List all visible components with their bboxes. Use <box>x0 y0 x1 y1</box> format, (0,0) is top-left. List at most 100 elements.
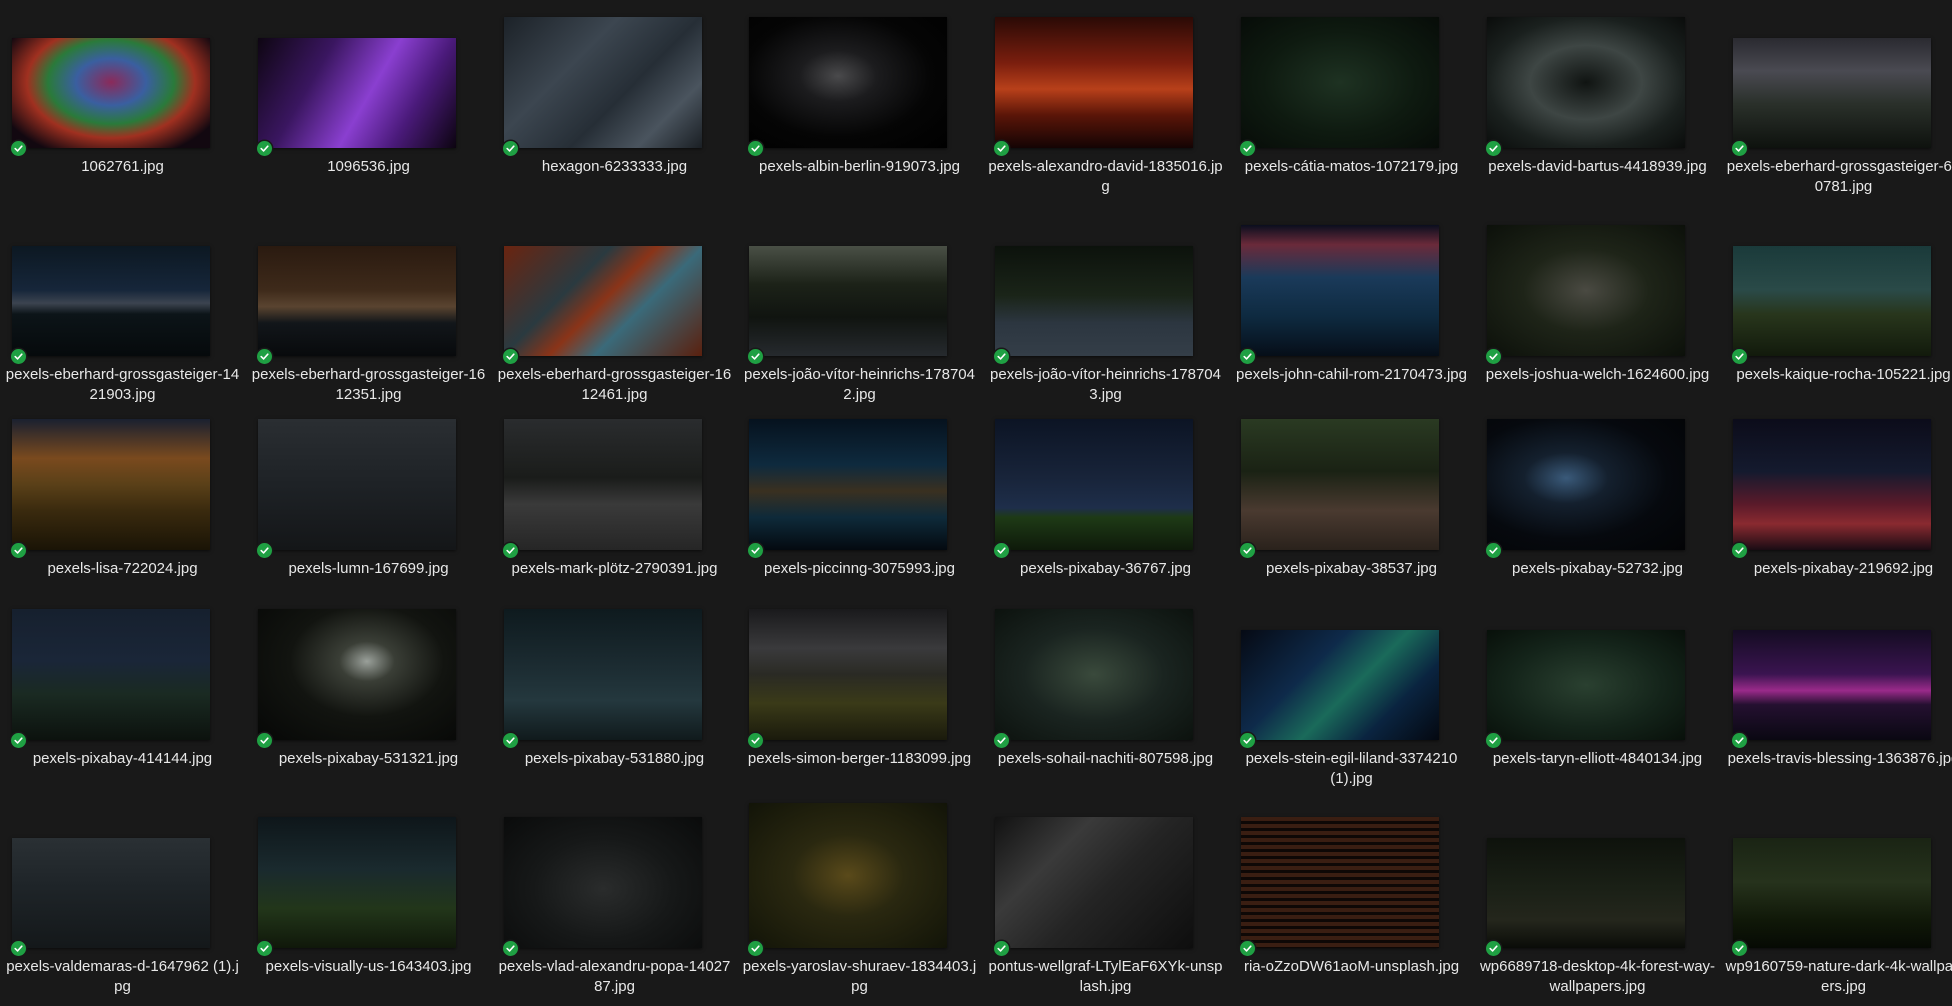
file-item[interactable]: pexels-joão-vítor-heinrichs-1787043.jpg <box>983 208 1228 408</box>
thumbnail-image[interactable] <box>1733 838 1931 948</box>
file-item[interactable]: pexels-joshua-welch-1624600.jpg <box>1475 208 1720 408</box>
file-item[interactable]: pexels-pixabay-414144.jpg <box>0 592 245 792</box>
thumbnail-image[interactable] <box>258 246 456 356</box>
file-item[interactable]: pexels-pixabay-52732.jpg <box>1475 402 1720 602</box>
file-name: pexels-pixabay-531321.jpg <box>278 750 459 767</box>
thumbnail-image[interactable] <box>1241 817 1439 948</box>
sync-status-icon <box>1732 941 1747 956</box>
thumbnail-image[interactable] <box>1487 630 1685 740</box>
file-item[interactable]: pexels-piccinng-3075993.jpg <box>737 402 982 602</box>
sync-status-icon <box>1732 543 1747 558</box>
file-item[interactable]: pexels-taryn-elliott-4840134.jpg <box>1475 592 1720 792</box>
thumbnail-image[interactable] <box>1487 838 1685 948</box>
file-item[interactable]: pexels-eberhard-grossgasteiger-1612461.j… <box>492 208 737 408</box>
file-item[interactable]: ria-oZzoDW61aoM-unsplash.jpg <box>1229 800 1474 1000</box>
thumbnail-image[interactable] <box>995 419 1193 550</box>
file-item[interactable]: pexels-stein-egil-liland-3374210 (1).jpg <box>1229 592 1474 792</box>
thumbnail-area <box>1721 0 1952 156</box>
thumbnail-image[interactable] <box>1241 225 1439 356</box>
file-item[interactable]: pexels-kaique-rocha-105221.jpg <box>1721 208 1952 408</box>
thumbnail-image[interactable] <box>12 419 210 550</box>
thumbnail-area <box>1475 592 1720 748</box>
file-item[interactable]: pexels-lisa-722024.jpg <box>0 402 245 602</box>
thumbnail-image[interactable] <box>1241 419 1439 550</box>
file-item[interactable]: pexels-yaroslav-shuraev-1834403.jpg <box>737 800 982 1000</box>
thumbnail-image[interactable] <box>1733 246 1931 356</box>
thumbnail-image[interactable] <box>258 817 456 948</box>
thumbnail-image[interactable] <box>504 419 702 550</box>
file-item[interactable]: pexels-pixabay-531321.jpg <box>246 592 491 792</box>
file-item[interactable]: pexels-eberhard-grossgasteiger-1612351.j… <box>246 208 491 408</box>
thumbnail-area <box>246 800 491 956</box>
thumbnail-image[interactable] <box>12 838 210 948</box>
thumbnail-image[interactable] <box>1733 38 1931 148</box>
file-name: pexels-eberhard-grossgasteiger-1612461.j… <box>497 366 732 403</box>
file-item[interactable]: pexels-visually-us-1643403.jpg <box>246 800 491 1000</box>
file-item[interactable]: pontus-wellgraf-LTylEaF6XYk-unsplash.jpg <box>983 800 1228 1000</box>
file-item[interactable]: pexels-david-bartus-4418939.jpg <box>1475 0 1720 200</box>
thumbnail-image[interactable] <box>12 609 210 740</box>
thumbnail-image[interactable] <box>258 38 456 148</box>
sync-status-icon <box>257 349 272 364</box>
file-item[interactable]: pexels-pixabay-38537.jpg <box>1229 402 1474 602</box>
thumbnail-image[interactable] <box>258 419 456 550</box>
sync-status-icon <box>994 543 1009 558</box>
file-item[interactable]: pexels-cátia-matos-1072179.jpg <box>1229 0 1474 200</box>
file-item[interactable]: pexels-eberhard-grossgasteiger-1421903.j… <box>0 208 245 408</box>
file-name: pexels-yaroslav-shuraev-1834403.jpg <box>742 958 977 995</box>
file-item[interactable]: wp6689718-desktop-4k-forest-way-wallpape… <box>1475 800 1720 1000</box>
thumbnail-area <box>246 0 491 156</box>
sync-status-icon <box>1486 941 1501 956</box>
thumbnail-image[interactable] <box>12 38 210 148</box>
thumbnail-image[interactable] <box>749 609 947 740</box>
file-item[interactable]: pexels-albin-berlin-919073.jpg <box>737 0 982 200</box>
thumbnail-image[interactable] <box>504 817 702 948</box>
thumbnail-image[interactable] <box>749 419 947 550</box>
thumbnail-image[interactable] <box>995 817 1193 948</box>
file-item[interactable]: pexels-eberhard-grossgasteiger-640781.jp… <box>1721 0 1952 200</box>
file-item[interactable]: pexels-vlad-alexandru-popa-1402787.jpg <box>492 800 737 1000</box>
thumbnail-image[interactable] <box>995 609 1193 740</box>
thumbnail-image[interactable] <box>504 609 702 740</box>
thumbnail-image[interactable] <box>1487 225 1685 356</box>
file-item[interactable]: pexels-pixabay-531880.jpg <box>492 592 737 792</box>
thumbnail-image[interactable] <box>504 246 702 356</box>
sync-status-icon <box>257 141 272 156</box>
file-item[interactable]: 1062761.jpg <box>0 0 245 200</box>
file-item[interactable]: hexagon-6233333.jpg <box>492 0 737 200</box>
thumbnail-image[interactable] <box>749 17 947 148</box>
file-item[interactable]: pexels-sohail-nachiti-807598.jpg <box>983 592 1228 792</box>
file-grid: 1062761.jpg 1096536.jpg hexagon-6233333.jp… <box>0 0 1952 1006</box>
thumbnail-image[interactable] <box>504 17 702 148</box>
file-item[interactable]: pexels-valdemaras-d-1647962 (1).jpg <box>0 800 245 1000</box>
file-item[interactable]: pexels-alexandro-david-1835016.jpg <box>983 0 1228 200</box>
thumbnail-image[interactable] <box>258 609 456 740</box>
thumbnail-image[interactable] <box>1241 630 1439 740</box>
thumbnail-image[interactable] <box>12 246 210 356</box>
thumbnail-image[interactable] <box>749 803 947 948</box>
thumbnail-image[interactable] <box>995 246 1193 356</box>
thumbnail-area <box>983 208 1228 364</box>
file-item[interactable]: pexels-joão-vítor-heinrichs-1787042.jpg <box>737 208 982 408</box>
file-name: pexels-joshua-welch-1624600.jpg <box>1485 366 1710 383</box>
file-item[interactable]: pexels-john-cahil-rom-2170473.jpg <box>1229 208 1474 408</box>
sync-status-icon <box>748 141 763 156</box>
thumbnail-image[interactable] <box>1733 630 1931 740</box>
sync-status-icon <box>748 941 763 956</box>
file-item[interactable]: pexels-simon-berger-1183099.jpg <box>737 592 982 792</box>
thumbnail-image[interactable] <box>1487 17 1685 148</box>
sync-status-icon <box>1732 733 1747 748</box>
thumbnail-image[interactable] <box>995 17 1193 148</box>
file-item[interactable]: pexels-mark-plötz-2790391.jpg <box>492 402 737 602</box>
thumbnail-image[interactable] <box>1241 17 1439 148</box>
thumbnail-image[interactable] <box>749 246 947 356</box>
file-item[interactable]: pexels-pixabay-219692.jpg <box>1721 402 1952 602</box>
file-item[interactable]: 1096536.jpg <box>246 0 491 200</box>
file-item[interactable]: pexels-lumn-167699.jpg <box>246 402 491 602</box>
file-item[interactable]: wp9160759-nature-dark-4k-wallpapers.jpg <box>1721 800 1952 1000</box>
file-item[interactable]: pexels-travis-blessing-1363876.jpg <box>1721 592 1952 792</box>
thumbnail-image[interactable] <box>1733 419 1931 550</box>
thumbnail-image[interactable] <box>1487 419 1685 550</box>
file-item[interactable]: pexels-pixabay-36767.jpg <box>983 402 1228 602</box>
thumbnail-area <box>246 208 491 364</box>
